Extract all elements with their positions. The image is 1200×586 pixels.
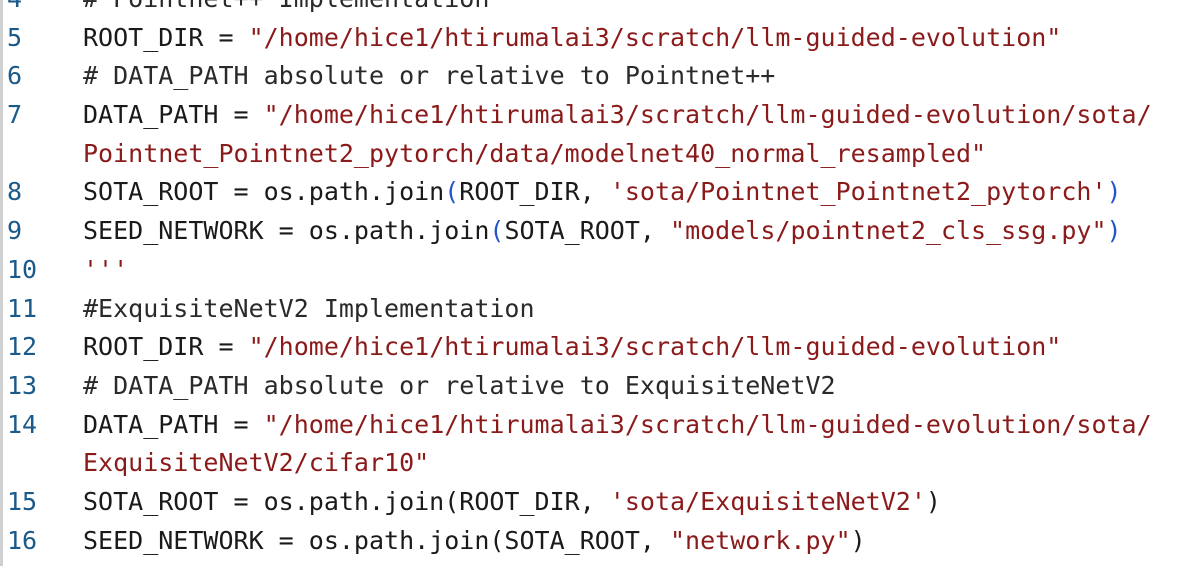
code-line[interactable]: 6 # DATA_PATH absolute or relative to Poi…: [3, 57, 1200, 96]
code-token: ROOT_DIR =: [83, 22, 249, 52]
code-text: ExquisiteNetV2/cifar10": [83, 444, 1200, 483]
code-token: "models/pointnet2_cls_ssg.py": [670, 216, 1107, 246]
code-line[interactable]: 14 DATA_PATH = "/home/hice1/htirumalai3/s…: [3, 406, 1200, 445]
code-token: SOTA_ROOT = os.path.join(ROOT_DIR,: [83, 486, 610, 516]
code-line[interactable]: Pointnet_Pointnet2_pytorch/data/modelnet…: [3, 135, 1200, 174]
code-text: # DATA_PATH absolute or relative to Exqu…: [83, 367, 1200, 406]
code-line[interactable]: 15 SOTA_ROOT = os.path.join(ROOT_DIR, 'so…: [3, 483, 1200, 522]
code-text: SEED_NETWORK = os.path.join(SOTA_ROOT, "…: [83, 212, 1200, 251]
code-line[interactable]: 16 SEED_NETWORK = os.path.join(SOTA_ROOT,…: [3, 522, 1200, 561]
code-token: SOTA_ROOT = os.path.join: [83, 177, 445, 207]
code-token: SOTA_ROOT,: [504, 216, 671, 246]
code-token: # DATA_PATH absolute or relative to Poin…: [83, 61, 776, 91]
code-token: DATA_PATH =: [83, 409, 264, 439]
code-line[interactable]: ExquisiteNetV2/cifar10": [3, 444, 1200, 483]
code-text: DATA_PATH = "/home/hice1/htirumalai3/scr…: [83, 406, 1200, 445]
code-token: DATA_PATH =: [83, 100, 264, 130]
code-line[interactable]: 10 ''': [3, 251, 1200, 290]
code-text: #ExquisiteNetV2 Implementation: [83, 290, 1200, 329]
code-token: SEED_NETWORK = os.path.join: [83, 216, 490, 246]
code-token: 'sota/ExquisiteNetV2': [609, 486, 926, 516]
code-token: "/home/hice1/htirumalai3/scratch/llm-gui…: [248, 332, 1062, 362]
code-token: ROOT_DIR,: [459, 177, 610, 207]
code-token: ExquisiteNetV2/cifar10": [83, 448, 430, 478]
code-token: # DATA_PATH absolute or relative to Exqu…: [83, 370, 836, 400]
line-number: 15: [7, 486, 38, 516]
code-token: (: [489, 216, 505, 246]
code-token: 'sota/Pointnet_Pointnet2_pytorch': [609, 177, 1107, 207]
code-line[interactable]: 9 SEED_NETWORK = os.path.join(SOTA_ROOT, …: [3, 212, 1200, 251]
line-number: 16: [7, 525, 38, 555]
code-text: ''': [83, 251, 1200, 290]
line-number: 9: [7, 216, 23, 246]
code-text: DATA_PATH = "/home/hice1/htirumalai3/scr…: [83, 96, 1200, 135]
code-token: ): [925, 486, 941, 516]
line-number: 12: [7, 332, 38, 362]
line-number: 10: [7, 254, 38, 284]
line-number: 14: [7, 409, 38, 439]
code-line[interactable]: 4# Pointnet++ Implementation: [3, 0, 1200, 19]
code-token: ROOT_DIR =: [83, 332, 249, 362]
code-line[interactable]: 7 DATA_PATH = "/home/hice1/htirumalai3/sc…: [3, 96, 1200, 135]
line-number: [3, 135, 83, 174]
code-token: (: [444, 177, 460, 207]
code-text: ROOT_DIR = "/home/hice1/htirumalai3/scra…: [83, 328, 1200, 367]
code-line[interactable]: 13 # DATA_PATH absolute or relative to Ex…: [3, 367, 1200, 406]
code-token: ): [1106, 216, 1122, 246]
line-number: 4: [3, 0, 83, 19]
code-text: # DATA_PATH absolute or relative to Poin…: [83, 57, 1200, 96]
code-token: Pointnet_Pointnet2_pytorch/data/modelnet…: [83, 138, 987, 168]
code-text: # Pointnet++ Implementation: [83, 0, 1200, 19]
code-token: "/home/hice1/htirumalai3/scratch/llm-gui…: [248, 22, 1062, 52]
code-token: "/home/hice1/htirumalai3/scratch/llm-gui…: [263, 409, 1152, 439]
code-text: SOTA_ROOT = os.path.join(ROOT_DIR, 'sota…: [83, 173, 1200, 212]
code-token: "network.py": [670, 525, 851, 555]
code-token: #ExquisiteNetV2 Implementation: [83, 293, 535, 323]
code-line[interactable]: 8 SOTA_ROOT = os.path.join(ROOT_DIR, 'sot…: [3, 173, 1200, 212]
code-token: SEED_NETWORK = os.path.join(SOTA_ROOT,: [83, 525, 670, 555]
code-token: ): [1106, 177, 1122, 207]
line-number: 11: [7, 293, 38, 323]
code-line[interactable]: 11 #ExquisiteNetV2 Implementation: [3, 290, 1200, 329]
code-line[interactable]: 5 ROOT_DIR = "/home/hice1/htirumalai3/scr…: [3, 19, 1200, 58]
code-text: SOTA_ROOT = os.path.join(ROOT_DIR, 'sota…: [83, 483, 1200, 522]
line-number: 5: [7, 22, 23, 52]
code-token: ''': [83, 254, 129, 284]
code-token: "/home/hice1/htirumalai3/scratch/llm-gui…: [263, 100, 1152, 130]
code-line[interactable]: 12 ROOT_DIR = "/home/hice1/htirumalai3/sc…: [3, 328, 1200, 367]
code-token: ): [850, 525, 866, 555]
line-number: 13: [7, 370, 38, 400]
line-number: 8: [7, 177, 23, 207]
code-text: Pointnet_Pointnet2_pytorch/data/modelnet…: [83, 135, 1200, 174]
line-number: 7: [7, 100, 23, 130]
code-editor[interactable]: 4# Pointnet++ Implementation 5 ROOT_DIR = …: [0, 0, 1200, 566]
code-text: SEED_NETWORK = os.path.join(SOTA_ROOT, "…: [83, 522, 1200, 561]
line-number: [3, 444, 83, 483]
code-text: ROOT_DIR = "/home/hice1/htirumalai3/scra…: [83, 19, 1200, 58]
line-number: 6: [7, 61, 23, 91]
code-token: # Pointnet++ Implementation: [83, 0, 489, 13]
